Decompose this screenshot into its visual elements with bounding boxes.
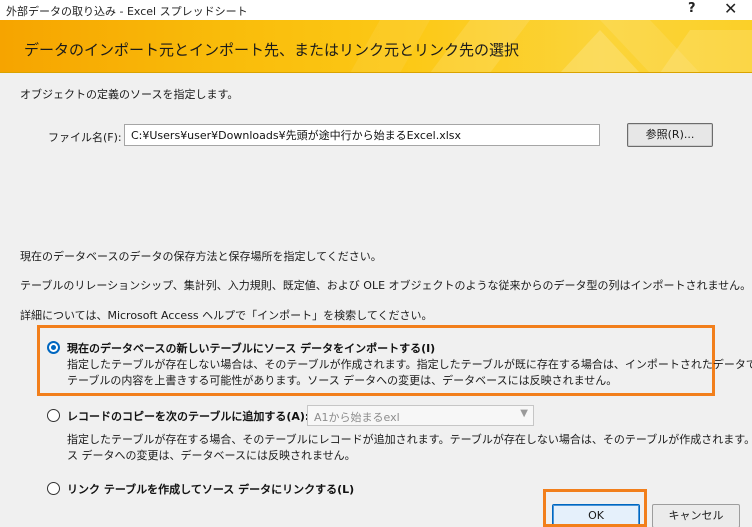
dialog-content: オブジェクトの定義のソースを指定します。 ファイル名(F): 参照(R)... … xyxy=(0,74,752,527)
source-prompt: オブジェクトの定義のソースを指定します。 xyxy=(20,88,239,101)
option-import-desc-2: テーブルの内容を上書きする可能性があります。ソース データへの変更は、データベー… xyxy=(67,374,618,387)
help-icon[interactable]: ? xyxy=(688,1,696,16)
header-title: データのインポート元とインポート先、またはリンク元とリンク先の選択 xyxy=(24,41,520,59)
header-banner: データのインポート元とインポート先、またはリンク元とリンク先の選択 xyxy=(0,20,752,73)
storage-note: テーブルのリレーションシップ、集計列、入力規則、既定値、および OLE オブジェ… xyxy=(20,279,752,292)
append-table-select: A1から始まるexl ▼ xyxy=(307,405,534,426)
option-import-label[interactable]: 現在のデータベースの新しいテーブルにソース データをインポートする(I) xyxy=(67,340,435,356)
browse-button[interactable]: 参照(R)... xyxy=(627,123,713,147)
chevron-down-icon: ▼ xyxy=(520,408,528,419)
storage-prompt: 現在のデータベースのデータの保存方法と保存場所を指定してください。 xyxy=(20,250,382,263)
window-title: 外部データの取り込み - Excel スプレッドシート xyxy=(6,5,248,18)
radio-append-records[interactable] xyxy=(47,409,60,422)
radio-link-table[interactable] xyxy=(47,482,60,495)
close-icon[interactable]: ✕ xyxy=(724,0,737,18)
option-import-desc-1: 指定したテーブルが存在しない場合は、そのテーブルが作成されます。指定したテーブル… xyxy=(67,358,752,371)
radio-import-new-table[interactable] xyxy=(47,341,60,354)
file-name-label: ファイル名(F): xyxy=(48,131,122,144)
option-append-desc-2: ス データへの変更は、データベースには反映されません。 xyxy=(67,449,356,462)
help-note: 詳細については、Microsoft Access ヘルプで「インポート」を検索し… xyxy=(20,309,433,322)
cancel-button[interactable]: キャンセル xyxy=(652,504,740,527)
file-name-input[interactable] xyxy=(124,124,600,146)
option-append-label[interactable]: レコードのコピーを次のテーブルに追加する(A): xyxy=(67,408,309,424)
highlight-box-ok xyxy=(543,489,647,527)
append-table-value: A1から始まるexl xyxy=(314,411,400,424)
title-bar: 外部データの取り込み - Excel スプレッドシート ? ✕ xyxy=(0,0,752,20)
option-append-desc-1: 指定したテーブルが存在する場合、そのテーブルにレコードが追加されます。テーブルが… xyxy=(67,433,752,446)
